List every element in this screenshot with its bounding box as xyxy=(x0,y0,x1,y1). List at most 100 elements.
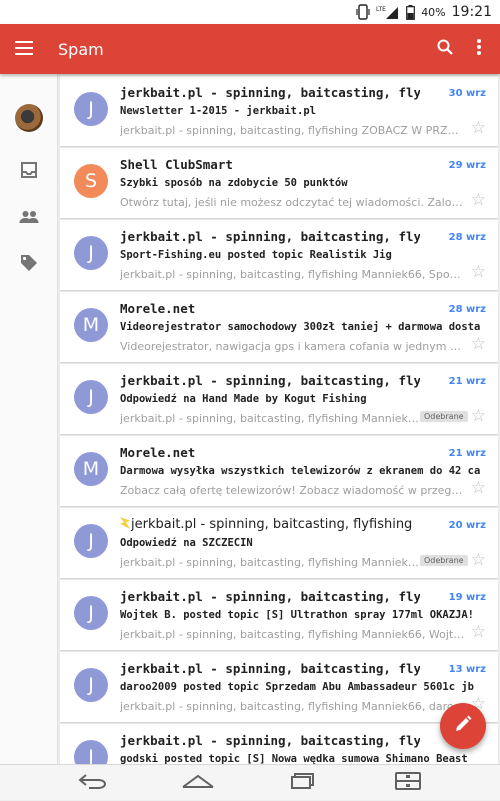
sender-avatar: J xyxy=(74,236,108,270)
email-subject: Odpowiedź na Hand Made by Kogut Fishing xyxy=(120,393,367,405)
sender-name: jerkbait.pl - spinning, baitcasting, fly… xyxy=(120,85,420,100)
account-avatar[interactable] xyxy=(15,104,43,132)
email-row[interactable]: J jerkbait.pl - spinning, baitcasting, f… xyxy=(60,220,498,290)
people-icon xyxy=(19,209,39,228)
page-title: Spam xyxy=(58,39,104,59)
sender-avatar: J xyxy=(74,380,108,414)
avatar-image xyxy=(15,104,43,132)
sender-name: Morele.net xyxy=(120,301,196,316)
email-date: 30 wrz xyxy=(448,88,486,99)
recents-icon xyxy=(290,772,315,793)
email-subject: daroo2009 posted topic Sprzedam Abu Amba… xyxy=(120,681,475,693)
sender-avatar: M xyxy=(74,308,108,342)
star-icon[interactable]: ☆ xyxy=(471,120,486,137)
home-icon xyxy=(181,773,215,793)
email-date: 21 wrz xyxy=(448,448,486,459)
star-icon[interactable]: ☆ xyxy=(471,480,486,497)
sender-name: jerkbait.pl - spinning, baitcasting, fly… xyxy=(120,373,420,388)
inbox-icon xyxy=(20,161,38,183)
email-snippet: jerkbait.pl - spinning, baitcasting, fly… xyxy=(120,700,465,713)
email-date: 13 wrz xyxy=(448,664,486,675)
dual-window-icon xyxy=(394,771,421,794)
email-row[interactable]: J jerkbait.pl - spinning, baitcasting, f… xyxy=(60,364,498,434)
hamburger-menu-icon xyxy=(15,40,33,59)
sender-name: jerkbait.pl - spinning, baitcasting, fly… xyxy=(120,517,420,532)
sender-name: jerkbait.pl - spinning, baitcasting, fly… xyxy=(120,661,420,676)
star-icon[interactable]: ☆ xyxy=(471,336,486,353)
email-snippet: jerkbait.pl - spinning, baitcasting, fly… xyxy=(120,628,465,641)
email-snippet: Zobacz całą ofertę telewizorów! Zobacz w… xyxy=(120,484,465,497)
search-icon xyxy=(437,39,453,59)
sender-avatar: J xyxy=(74,668,108,702)
email-subject: Darmowa wysyłka wszystkich telewizorów z… xyxy=(120,465,480,477)
svg-text:LTE: LTE xyxy=(376,6,386,13)
email-row[interactable]: J jerkbait.pl - spinning, baitcasting, f… xyxy=(60,508,498,578)
battery-icon xyxy=(406,4,416,20)
email-snippet: Videorejestrator, nawigacja gps i kamera… xyxy=(120,340,465,353)
sender-avatar: J xyxy=(74,740,108,764)
system-nav-bar xyxy=(0,764,500,800)
sender-avatar: S xyxy=(74,164,108,198)
email-row[interactable]: S Shell ClubSmart 29 wrz Szybki sposób n… xyxy=(60,148,498,218)
sender-avatar: M xyxy=(74,452,108,486)
sender-name-text: jerkbait.pl - spinning, baitcasting, fly… xyxy=(131,517,413,532)
star-icon[interactable]: ☆ xyxy=(471,624,486,641)
sender-name: Morele.net xyxy=(120,445,196,460)
email-row[interactable]: J jerkbait.pl - spinning, baitcasting, f… xyxy=(60,724,498,764)
navigation-rail xyxy=(0,74,58,764)
star-icon[interactable]: ☆ xyxy=(471,408,486,425)
status-bar: LTE 40% 19:21 xyxy=(0,0,500,24)
email-row[interactable]: J jerkbait.pl - spinning, baitcasting, f… xyxy=(60,76,498,146)
menu-button[interactable] xyxy=(0,24,48,74)
sender-name: jerkbait.pl - spinning, baitcasting, fly… xyxy=(120,589,420,604)
tag-icon xyxy=(20,254,38,276)
rail-inbox-button[interactable] xyxy=(15,158,43,186)
app-toolbar: Spam xyxy=(0,24,500,74)
email-snippet: jerkbait.pl - spinning, baitcasting, fly… xyxy=(120,124,465,137)
email-date: 28 wrz xyxy=(448,232,486,243)
rail-promotions-button[interactable] xyxy=(15,251,43,279)
email-date: 28 wrz xyxy=(448,304,486,315)
email-snippet: Otwórz tutaj, jeśli nie możesz odczytać … xyxy=(120,196,465,209)
email-snippet: jerkbait.pl - spinning, baitcasting, fly… xyxy=(120,412,420,425)
sender-avatar: J xyxy=(74,92,108,126)
email-row[interactable]: M Morele.net 28 wrz Videorejestrator sam… xyxy=(60,292,498,362)
email-date: 19 wrz xyxy=(448,592,486,603)
sender-name: Shell ClubSmart xyxy=(120,157,233,172)
bolt-icon xyxy=(120,517,130,529)
sender-avatar: J xyxy=(74,596,108,630)
email-snippet: jerkbait.pl - spinning, baitcasting, fly… xyxy=(120,556,420,569)
email-subject: godski posted topic [S] Nowa wędka sumow… xyxy=(120,753,468,764)
nav-recents-button[interactable] xyxy=(273,765,333,801)
email-subject: Videorejestrator samochodowy 300zł tanie… xyxy=(120,321,480,333)
sender-avatar: J xyxy=(74,524,108,558)
email-list: J jerkbait.pl - spinning, baitcasting, f… xyxy=(58,74,500,764)
search-button[interactable] xyxy=(428,24,462,74)
nav-dual-window-button[interactable] xyxy=(378,765,438,801)
email-subject: Wojtek B. posted topic [S] Ultrathon spr… xyxy=(120,609,475,621)
clock: 19:21 xyxy=(451,4,492,20)
email-subject: Newsletter 1-2015 - jerkbait.pl xyxy=(120,105,316,117)
nav-home-button[interactable] xyxy=(168,765,228,801)
star-icon[interactable]: ☆ xyxy=(471,192,486,209)
email-subject: Sport-Fishing.eu posted topic Realistik … xyxy=(120,249,392,261)
email-row[interactable]: J jerkbait.pl - spinning, baitcasting, f… xyxy=(60,652,498,722)
sender-name: jerkbait.pl - spinning, baitcasting, fly… xyxy=(120,733,420,748)
compose-button[interactable] xyxy=(440,703,486,749)
email-subject: Odpowiedź na SZCZECIN xyxy=(120,537,253,549)
email-row[interactable]: M Morele.net 21 wrz Darmowa wysyłka wszy… xyxy=(60,436,498,506)
star-icon[interactable]: ☆ xyxy=(471,264,486,281)
more-vert-icon xyxy=(477,39,481,59)
email-subject: Szybki sposób na zdobycie 50 punktów xyxy=(120,177,348,189)
label-chip: Odebrane xyxy=(420,555,468,566)
battery-percent: 40% xyxy=(421,5,446,19)
overflow-menu-button[interactable] xyxy=(462,24,496,74)
email-row[interactable]: J jerkbait.pl - spinning, baitcasting, f… xyxy=(60,580,498,650)
phone-vibrate-icon xyxy=(356,4,370,20)
back-icon xyxy=(77,773,109,793)
label-chip: Odebrane xyxy=(420,411,468,422)
rail-social-button[interactable] xyxy=(15,204,43,232)
pencil-icon xyxy=(454,715,472,737)
star-icon[interactable]: ☆ xyxy=(471,552,486,569)
nav-back-button[interactable] xyxy=(63,765,123,801)
